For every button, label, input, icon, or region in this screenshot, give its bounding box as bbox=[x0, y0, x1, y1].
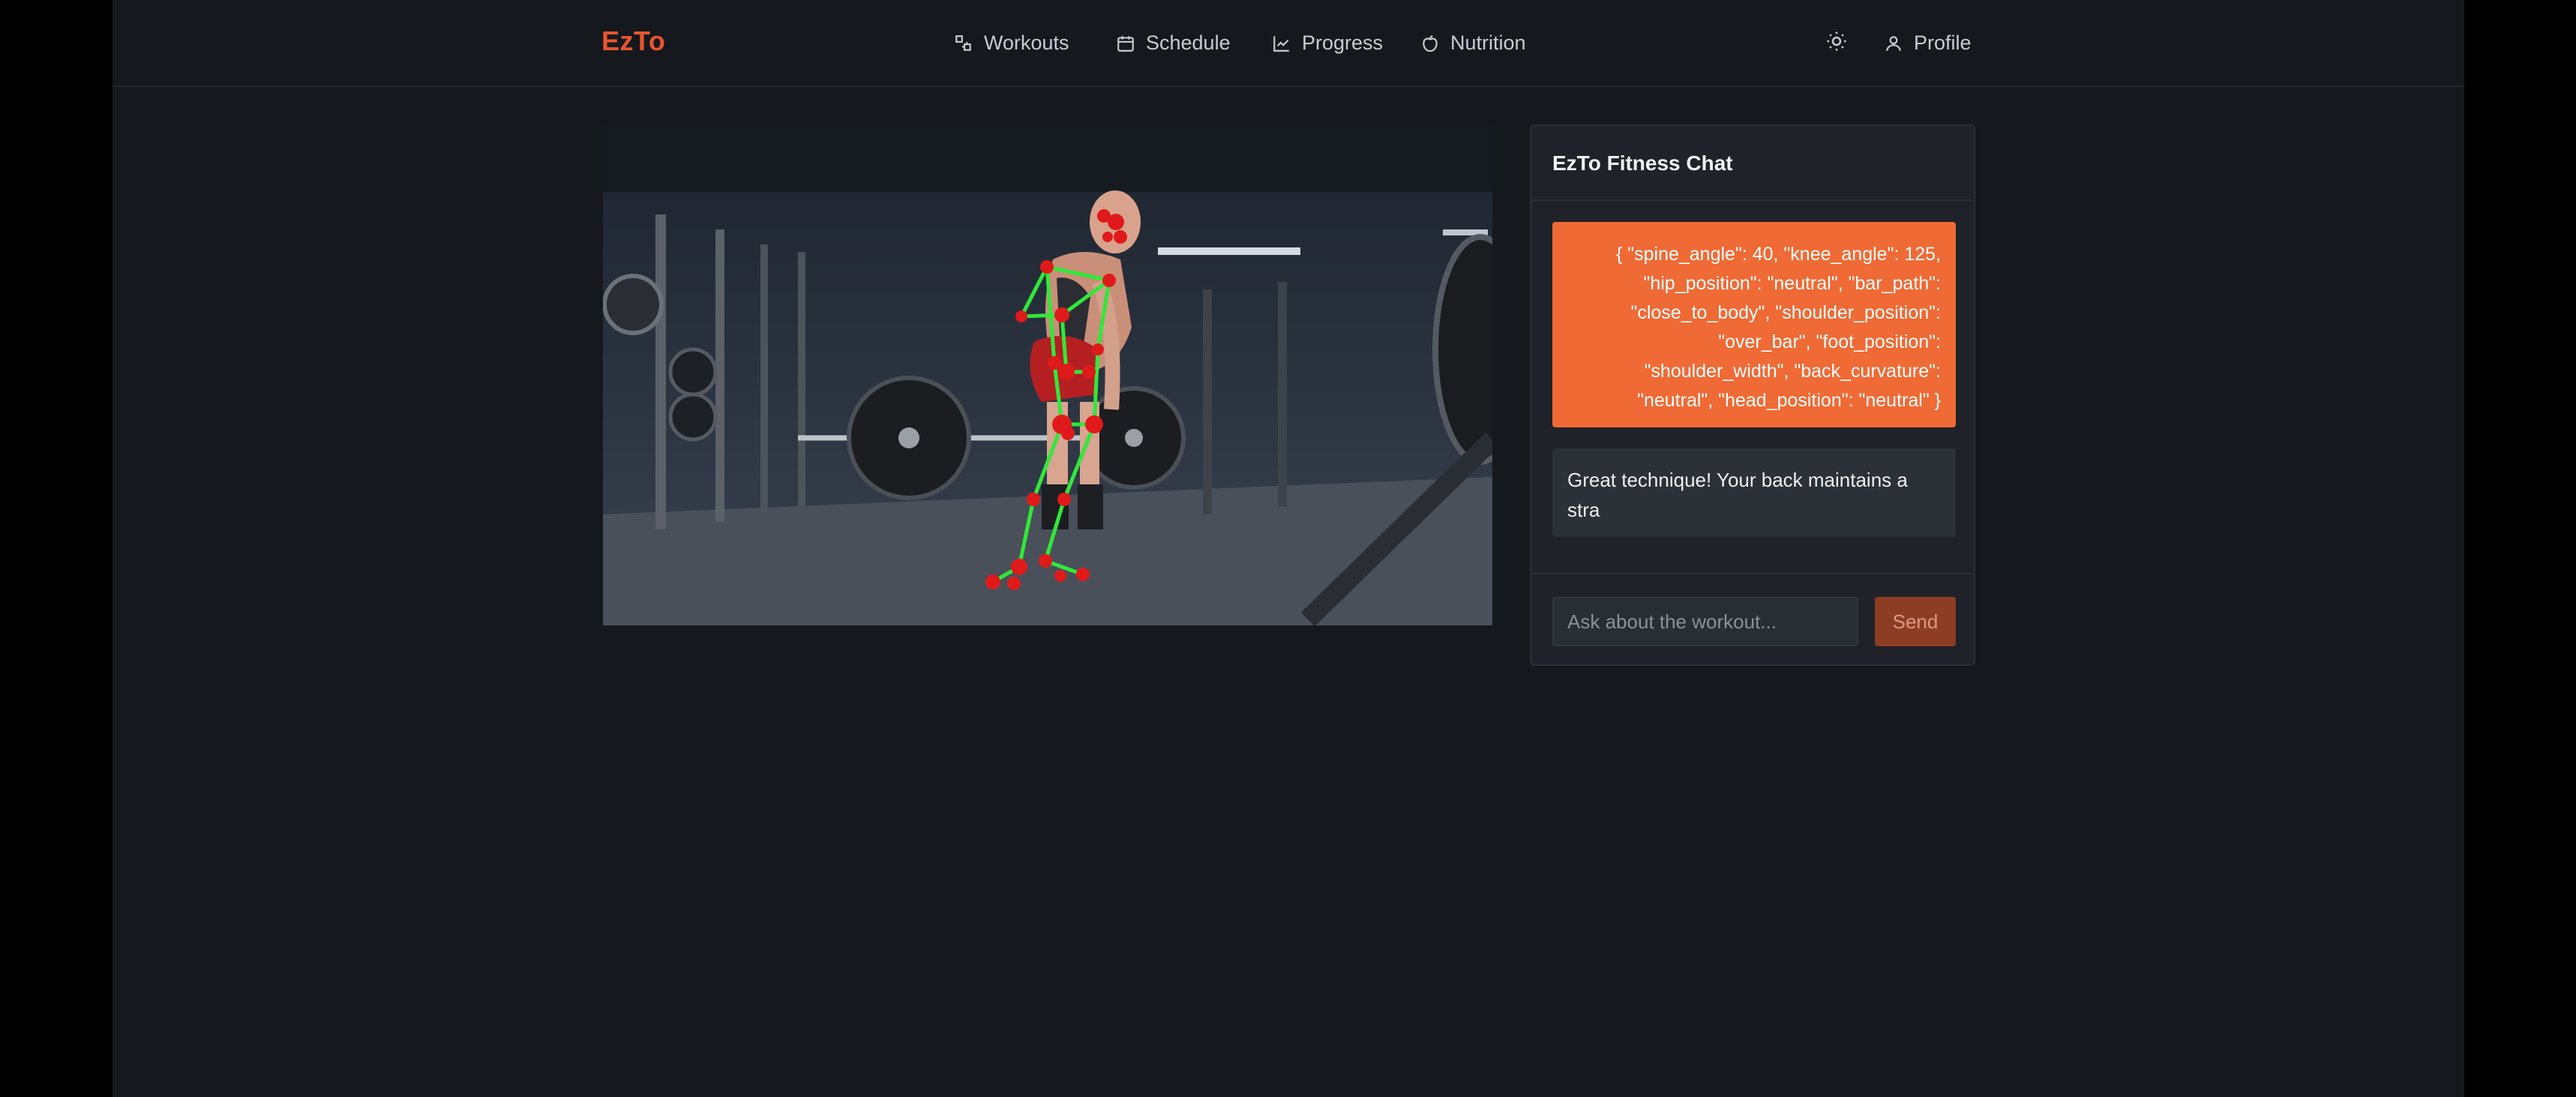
message-line: stra bbox=[1567, 499, 1600, 521]
pose-estimation-overlay bbox=[603, 124, 1492, 625]
message-line: { "spine_angle": 40, "knee_angle": 125, bbox=[1615, 244, 1941, 265]
ceiling-light bbox=[1158, 247, 1300, 255]
nav-item-label: Progress bbox=[1302, 31, 1384, 54]
brand-logo[interactable]: EzTo bbox=[601, 25, 665, 57]
theme-toggle-button[interactable] bbox=[1825, 30, 1851, 55]
workout-video-feed[interactable] bbox=[603, 124, 1492, 625]
message-line: "shoulder_width", "back_curvature": bbox=[1644, 361, 1941, 382]
sun-icon bbox=[1827, 31, 1846, 51]
send-button[interactable]: Send bbox=[1875, 597, 1956, 646]
apple-icon bbox=[1423, 34, 1438, 52]
chart-icon bbox=[1273, 35, 1289, 52]
message-line: Great technique! Your back maintains a bbox=[1567, 469, 1908, 491]
user-message: { "spine_angle": 40, "knee_angle": 125, … bbox=[1552, 222, 1956, 427]
message-line: "neutral", "head_position": "neutral" } bbox=[1637, 390, 1941, 411]
fitness-chat-panel: EzTo Fitness Chat { "spine_angle": 40, "… bbox=[1530, 124, 1975, 666]
profile-label: Profile bbox=[1914, 31, 1972, 54]
nav-item-nutrition[interactable]: Nutrition bbox=[1420, 31, 1526, 55]
top-navigation-bar: EzTo Workouts Schedule Progress Nutritio… bbox=[112, 0, 2464, 87]
message-line: "close_to_body", "shoulder_position": bbox=[1630, 302, 1941, 323]
message-line: "over_bar", "foot_position": bbox=[1718, 331, 1941, 352]
chat-title: EzTo Fitness Chat bbox=[1531, 126, 1974, 201]
nav-item-label: Schedule bbox=[1146, 31, 1231, 54]
nav-item-label: Nutrition bbox=[1450, 31, 1526, 54]
nav-item-progress[interactable]: Progress bbox=[1272, 31, 1383, 55]
calendar-icon bbox=[1117, 35, 1134, 52]
profile-link[interactable]: Profile bbox=[1884, 31, 1972, 55]
nav-item-schedule[interactable]: Schedule bbox=[1116, 31, 1231, 55]
chat-composer: Send bbox=[1531, 573, 1974, 667]
app-window: EzTo Workouts Schedule Progress Nutritio… bbox=[112, 0, 2464, 1097]
assistant-message: Great technique! Your back maintains a s… bbox=[1552, 448, 1956, 537]
weight-plate bbox=[603, 274, 664, 335]
chat-input[interactable] bbox=[1552, 597, 1858, 646]
nav-item-label: Workouts bbox=[984, 31, 1069, 54]
workouts-icon bbox=[955, 34, 971, 51]
message-line: "hip_position": "neutral", "bar_path": bbox=[1643, 273, 1941, 294]
user-icon bbox=[1886, 35, 1901, 51]
nav-item-workouts[interactable]: Workouts bbox=[954, 31, 1069, 55]
